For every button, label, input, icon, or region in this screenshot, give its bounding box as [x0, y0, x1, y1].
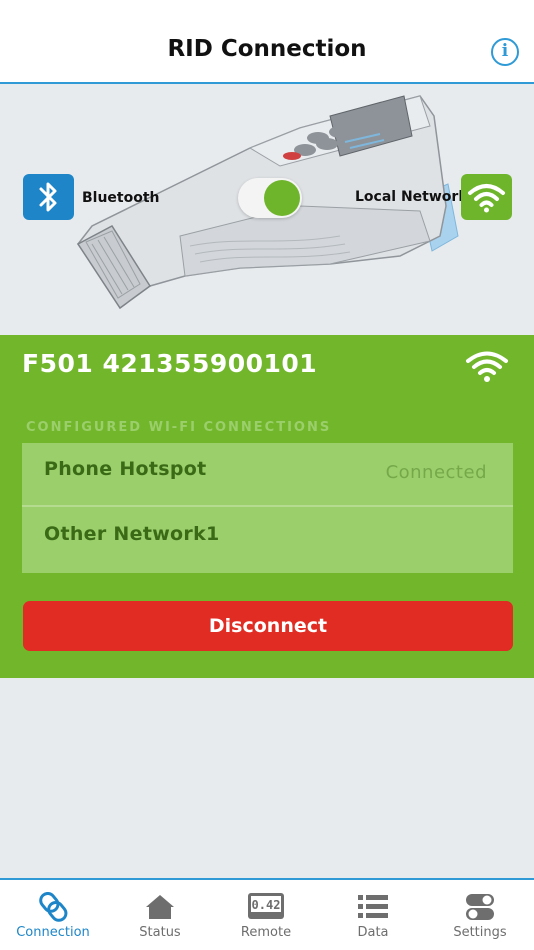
remote-display-icon: 0.42: [213, 892, 319, 922]
tab-label: Status: [139, 925, 181, 940]
page-title: RID Connection: [167, 36, 367, 62]
app-header: RID Connection i: [0, 0, 534, 84]
tab-label: Data: [357, 925, 389, 940]
local-network-label: Local Network: [355, 189, 468, 205]
list-icon: [320, 892, 426, 922]
tab-connection[interactable]: Connection: [0, 880, 106, 950]
device-illustration-area: Bluetooth Local Network: [0, 86, 534, 335]
list-item[interactable]: Phone Hotspot Connected: [22, 443, 513, 507]
tab-bar: Connection Status 0.42 Remote Data Setti…: [0, 878, 534, 950]
tab-label: Connection: [16, 925, 90, 940]
section-header: CONFIGURED WI-FI CONNECTIONS: [26, 420, 332, 435]
network-name: Other Network1: [44, 523, 220, 545]
tab-label: Remote: [240, 925, 292, 940]
disconnect-button[interactable]: Disconnect: [23, 601, 513, 651]
toggles-icon: [427, 892, 533, 922]
wifi-network-list: Phone Hotspot Connected Other Network1: [22, 443, 513, 573]
toggle-knob: [264, 180, 300, 216]
tab-data[interactable]: Data: [320, 880, 426, 950]
network-name: Phone Hotspot: [44, 458, 207, 480]
tab-label: Settings: [453, 925, 507, 940]
tab-remote[interactable]: 0.42 Remote: [213, 880, 319, 950]
tab-settings[interactable]: Settings: [427, 880, 533, 950]
status-badge: Connected: [385, 462, 487, 483]
device-name: F501 421355900101: [22, 349, 318, 378]
bluetooth-label: Bluetooth: [82, 190, 160, 206]
remote-icon-reading: 0.42: [252, 898, 281, 912]
home-icon: [107, 892, 213, 922]
link-icon: [0, 891, 106, 922]
tab-status[interactable]: Status: [107, 880, 213, 950]
info-icon[interactable]: i: [491, 38, 519, 66]
list-item[interactable]: Other Network1: [22, 508, 513, 572]
device-panel: F501 421355900101 CONFIGURED WI-FI CONNE…: [0, 335, 534, 678]
wifi-icon[interactable]: [461, 174, 512, 220]
connection-mode-toggle[interactable]: [238, 178, 302, 218]
wifi-status-icon: [466, 351, 508, 382]
bluetooth-icon[interactable]: [23, 174, 74, 220]
